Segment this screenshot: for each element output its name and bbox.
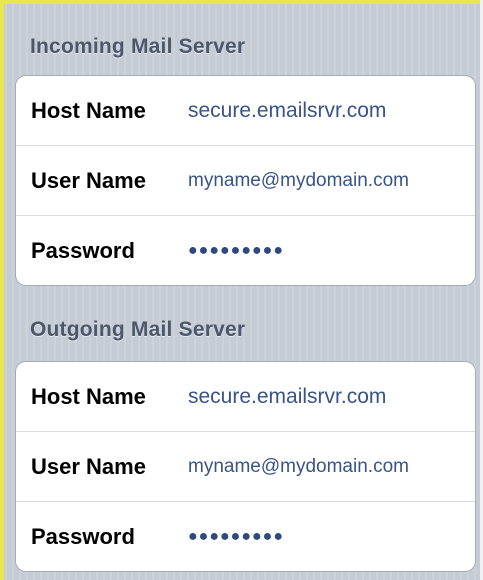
outgoing-mail-server-group: Host Name secure.emailsrvr.com User Name…	[15, 361, 476, 572]
outgoing-password-field[interactable]: ●●●●●●●●●	[188, 528, 284, 546]
outgoing-password-row[interactable]: Password ●●●●●●●●●	[16, 502, 475, 571]
outgoing-host-name-field[interactable]: secure.emailsrvr.com	[188, 385, 386, 409]
incoming-host-name-field[interactable]: secure.emailsrvr.com	[188, 99, 386, 123]
outgoing-mail-server-header: Outgoing Mail Server	[30, 318, 246, 341]
incoming-password-label: Password	[31, 238, 135, 263]
incoming-user-name-field[interactable]: myname@mydomain.com	[188, 170, 409, 192]
frame-top-border	[0, 0, 483, 4]
incoming-mail-server-header: Incoming Mail Server	[30, 35, 246, 58]
incoming-user-name-label: User Name	[31, 167, 146, 193]
incoming-password-row[interactable]: Password ●●●●●●●●●	[16, 216, 475, 285]
incoming-mail-server-group: Host Name secure.emailsrvr.com User Name…	[15, 75, 476, 286]
frame-left-border	[0, 0, 4, 580]
outgoing-user-name-row[interactable]: User Name myname@mydomain.com	[16, 432, 475, 502]
outgoing-host-name-label: Host Name	[31, 383, 146, 409]
incoming-user-name-row[interactable]: User Name myname@mydomain.com	[16, 146, 475, 216]
outgoing-password-label: Password	[31, 524, 135, 549]
incoming-password-field[interactable]: ●●●●●●●●●	[188, 242, 284, 260]
incoming-host-name-row[interactable]: Host Name secure.emailsrvr.com	[16, 76, 475, 146]
outgoing-host-name-row[interactable]: Host Name secure.emailsrvr.com	[16, 362, 475, 432]
outgoing-user-name-field[interactable]: myname@mydomain.com	[188, 456, 409, 478]
outgoing-user-name-label: User Name	[31, 453, 146, 479]
incoming-host-name-label: Host Name	[31, 97, 146, 123]
